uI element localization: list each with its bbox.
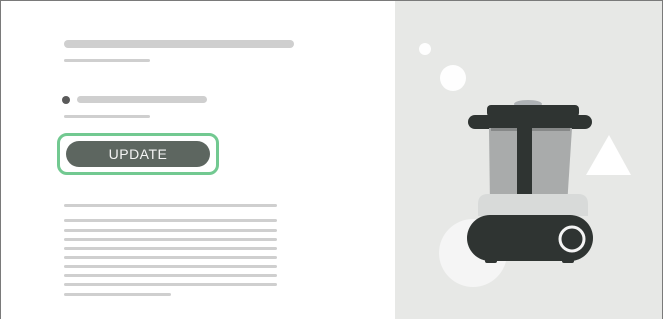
bullet-line-placeholder (77, 96, 207, 103)
right-foot (562, 259, 574, 263)
body-line (64, 238, 277, 241)
update-button[interactable]: UPDATE (66, 141, 210, 167)
body-line (64, 229, 277, 232)
decorative-triangle (586, 135, 631, 175)
bullet-dot-icon (62, 96, 70, 104)
kitchen-machine-illustration (419, 43, 631, 287)
body-line (64, 219, 277, 222)
update-button-focus-ring: UPDATE (57, 133, 219, 175)
body-line (64, 265, 277, 268)
decorative-small-circle (419, 43, 431, 55)
body-line (64, 204, 277, 207)
lid-rim (468, 115, 592, 129)
subtitle-placeholder (64, 59, 150, 62)
body-line (64, 247, 277, 250)
body-line (64, 256, 277, 259)
body-line (64, 274, 277, 277)
body-line (64, 283, 277, 286)
decorative-circle (440, 65, 466, 91)
content-panel: UPDATE (1, 1, 395, 319)
body-line-short (64, 293, 171, 296)
base-top (478, 194, 588, 216)
left-foot (485, 259, 497, 263)
base-body (467, 215, 593, 261)
title-placeholder (64, 40, 294, 48)
bullet-subline-placeholder (64, 115, 150, 118)
illustration-panel (395, 1, 662, 319)
app-frame: UPDATE (0, 0, 663, 319)
